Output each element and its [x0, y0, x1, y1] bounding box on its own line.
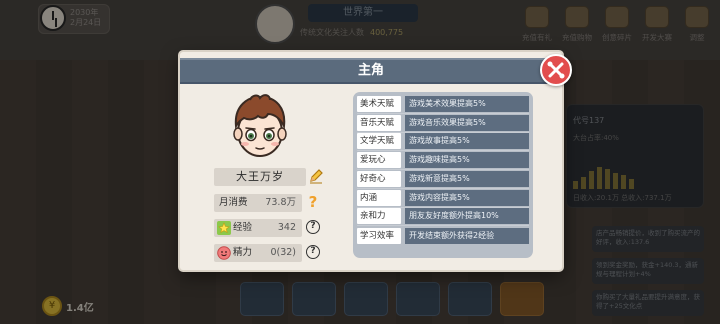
talent-description: 朋友友好度额外提高10% — [405, 208, 529, 225]
monthly-spending-label: 月消费 — [219, 197, 248, 208]
monthly-spending-value: 73.8万 — [265, 197, 296, 208]
experience-label: 经验 — [233, 222, 253, 233]
experience-help-icon[interactable]: ? — [306, 220, 320, 234]
monthly-spending-row: 月消费 73.8万 — [214, 194, 302, 212]
protagonist-avatar — [233, 94, 287, 157]
experience-row: 经验 342 — [214, 219, 302, 237]
talent-row: 爱玩心 游戏趣味提高5% — [357, 151, 529, 170]
talent-row: 文学天赋 游戏故事提高5% — [357, 133, 529, 152]
talent-description: 游戏内容提高5% — [405, 189, 529, 206]
edit-name-icon[interactable] — [308, 168, 324, 184]
energy-help-icon[interactable]: ? — [306, 245, 320, 259]
talent-row: 音乐天赋 游戏音乐效果提高5% — [357, 114, 529, 133]
talent-name: 学习效率 — [357, 227, 401, 244]
talent-name: 好奇心 — [357, 170, 401, 187]
talent-row: 好奇心 游戏新意提高5% — [357, 170, 529, 189]
energy-value: 0(32) — [270, 247, 296, 258]
talent-row: 美术天赋 游戏美术效果提高5% — [357, 95, 529, 114]
talent-list: 美术天赋 游戏美术效果提高5% 音乐天赋 游戏音乐效果提高5% 文学天赋 游戏故… — [353, 92, 533, 258]
close-button[interactable] — [540, 54, 572, 86]
talent-name: 文学天赋 — [357, 133, 401, 150]
talent-name: 内涵 — [357, 189, 401, 206]
dialog-title: 主角 — [357, 63, 384, 78]
talent-description: 游戏趣味提高5% — [405, 152, 529, 169]
smiley-icon — [217, 246, 231, 260]
talent-name: 亲和力 — [357, 208, 401, 225]
talent-row: 内涵 游戏内容提高5% — [357, 189, 529, 208]
energy-label: 精力 — [233, 247, 253, 258]
talent-name: 美术天赋 — [357, 95, 401, 112]
monthly-spending-help-icon[interactable]: ? — [306, 195, 320, 210]
talent-name: 音乐天赋 — [357, 114, 401, 131]
talent-name: 爱玩心 — [357, 152, 401, 169]
talent-description: 游戏音乐效果提高5% — [405, 114, 529, 131]
talent-description: 游戏故事提高5% — [405, 133, 529, 150]
protagonist-name: 大王万岁 — [214, 168, 306, 186]
talent-row: 亲和力 朋友友好度额外提高10% — [357, 208, 529, 227]
talent-row: 学习效率 开发结束额外获得2经验 — [357, 226, 529, 245]
talent-description: 游戏美术效果提高5% — [405, 95, 529, 112]
dialog-header: 主角 — [180, 58, 562, 84]
energy-row: 精力 0(32) — [214, 244, 302, 262]
star-icon — [217, 221, 231, 235]
close-icon — [547, 61, 565, 79]
talent-description: 游戏新意提高5% — [405, 170, 529, 187]
experience-value: 342 — [277, 222, 296, 233]
talent-description: 开发结束额外获得2经验 — [405, 227, 529, 244]
protagonist-dialog: 主角 大王万岁 月消费 73.8万 ? 经验 342 ? 精力 0(32) ? … — [180, 52, 572, 270]
